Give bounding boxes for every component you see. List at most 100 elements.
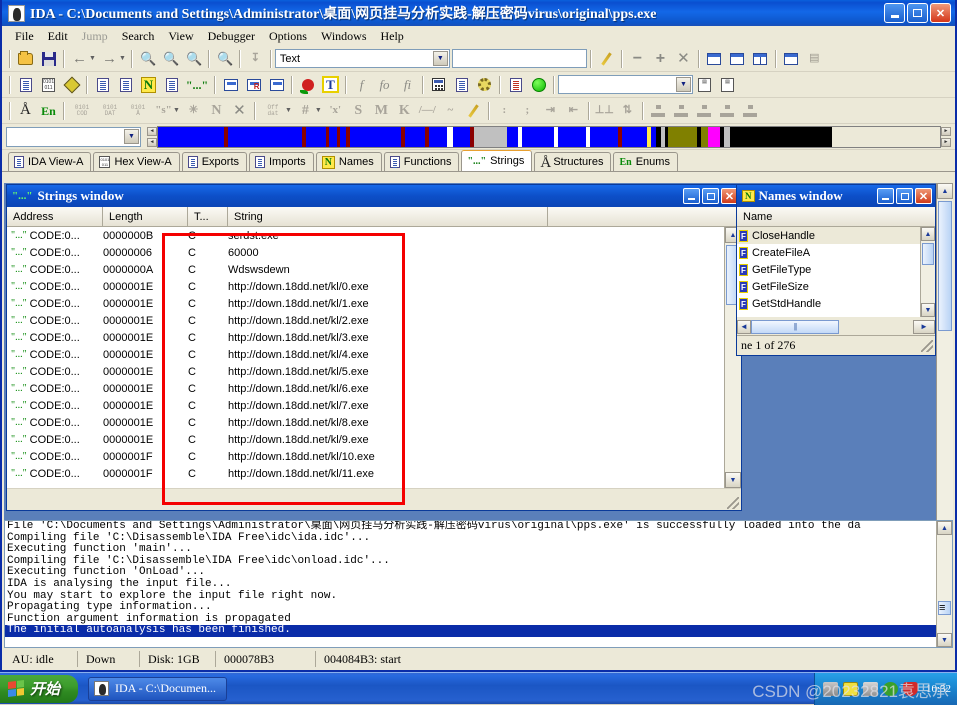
column-header-string[interactable]: String: [228, 207, 548, 226]
functions-icon[interactable]: [161, 74, 182, 95]
scroll-down-button[interactable]: ▼: [921, 303, 935, 317]
names-minimize-button[interactable]: [877, 188, 894, 204]
table-row[interactable]: "..." CODE:0... 0000001E Chttp://down.18dd.…: [7, 278, 724, 295]
search-hex-icon[interactable]: 🔍: [183, 48, 204, 69]
names-horizontal-scrollbar[interactable]: ◄ ||| ►: [737, 318, 935, 335]
table-row[interactable]: "..." CODE:0... 00000006 C 60000: [7, 244, 724, 261]
tab-hex-view-a[interactable]: 0101 011 Hex View-A: [93, 152, 180, 171]
remove-breakpoint-icon[interactable]: ▤: [717, 74, 738, 95]
list-view-icon[interactable]: ▤: [804, 48, 825, 69]
menu-file[interactable]: File: [8, 28, 41, 45]
menu-edit[interactable]: Edit: [41, 28, 75, 45]
list-item[interactable]: F GetStdHandle: [737, 295, 920, 312]
graph-view-icon[interactable]: [781, 48, 802, 69]
cascade-windows-icon[interactable]: [704, 48, 725, 69]
menu-debugger[interactable]: Debugger: [201, 28, 262, 45]
text-view-icon[interactable]: [15, 74, 36, 95]
en-icon[interactable]: En: [38, 100, 59, 121]
scroll-left-button[interactable]: ◄: [737, 319, 751, 334]
navigator-combo[interactable]: ▼: [6, 126, 141, 147]
tab-enums[interactable]: En Enums: [613, 152, 678, 171]
names-close-button[interactable]: ✕: [915, 188, 932, 204]
diamond-icon[interactable]: [61, 74, 82, 95]
column-header-name[interactable]: Name: [743, 211, 772, 223]
open-folder-icon[interactable]: [15, 48, 36, 69]
column-header-type[interactable]: T...: [188, 207, 228, 226]
scroll-down-button[interactable]: ▼: [937, 633, 952, 647]
highlight-pen-icon[interactable]: [596, 48, 617, 69]
column-header-length[interactable]: Length: [103, 207, 188, 226]
forward-dropdown-icon[interactable]: ▼: [119, 55, 126, 62]
table-row[interactable]: "..." CODE:0... 0000001E Chttp://down.18dd.…: [7, 329, 724, 346]
names-list[interactable]: F CloseHandle F CreateFileA F GetFileType F Get…: [737, 227, 920, 317]
back-dropdown-icon[interactable]: ▼: [89, 55, 96, 62]
scroll-thumb[interactable]: [922, 243, 934, 265]
list-item[interactable]: F GetFileType: [737, 261, 920, 278]
tile-vertical-icon[interactable]: [750, 48, 771, 69]
table-row[interactable]: "..." CODE:0... 0000001F Chttp://down.18dd.…: [7, 465, 724, 482]
enums-icon[interactable]: [266, 74, 287, 95]
media-icon[interactable]: [862, 681, 878, 696]
note-icon[interactable]: [842, 681, 858, 696]
zoom-out-icon[interactable]: −: [627, 48, 648, 69]
menu-search[interactable]: Search: [115, 28, 162, 45]
table-row[interactable]: "..." CODE:0... 0000001E Chttp://down.18dd.…: [7, 397, 724, 414]
menu-help[interactable]: Help: [373, 28, 410, 45]
names-vertical-scrollbar[interactable]: ▲ ▼: [920, 227, 935, 317]
table-row[interactable]: "..." CODE:0... 0000000A C Wdswsdewn: [7, 261, 724, 278]
run-icon[interactable]: [528, 74, 549, 95]
strings-maximize-button[interactable]: [702, 188, 719, 204]
poppy-icon[interactable]: [297, 74, 318, 95]
xrefs-icon[interactable]: [243, 74, 264, 95]
search-text-icon[interactable]: 🔍: [160, 48, 181, 69]
list-item[interactable]: F GetFileSize: [737, 278, 920, 295]
chevron-down-icon[interactable]: ▼: [676, 77, 691, 92]
exports-icon[interactable]: [92, 74, 113, 95]
resize-grip[interactable]: [921, 339, 933, 352]
scroll-right-button[interactable]: ►: [913, 319, 935, 334]
script-icon[interactable]: [505, 74, 526, 95]
column-header-address[interactable]: Address: [7, 207, 103, 226]
keyboard-icon[interactable]: [822, 681, 838, 696]
scroll-up-button[interactable]: ▲: [937, 183, 953, 199]
add-breakpoint-icon[interactable]: ▤: [694, 74, 715, 95]
table-row[interactable]: "..." CODE:0... 0000001E Chttp://down.18dd.…: [7, 363, 724, 380]
palette-icon[interactable]: [451, 74, 472, 95]
scroll-down-button[interactable]: ▼: [725, 472, 741, 488]
shield-icon[interactable]: [902, 681, 918, 696]
list-item[interactable]: F CreateFileA: [737, 244, 920, 261]
edit-icon[interactable]: [463, 100, 484, 121]
scroll-thumb[interactable]: |||: [751, 319, 839, 334]
scroll-thumb[interactable]: ≡: [938, 601, 951, 615]
back-arrow-icon[interactable]: ←: [69, 48, 90, 69]
navigator-band[interactable]: [157, 125, 941, 148]
search-type-combo[interactable]: Text ▼: [274, 49, 450, 68]
search-binoculars-icon[interactable]: 🔍: [137, 48, 158, 69]
strings-list[interactable]: "..." CODE:0... 0000000B Cserdst.exe "..." CO…: [7, 227, 724, 488]
scroll-thumb[interactable]: [938, 201, 952, 331]
names-icon[interactable]: N: [138, 74, 159, 95]
search-text-input[interactable]: [451, 49, 587, 68]
table-row[interactable]: "..." CODE:0... 0000001E Chttp://down.18dd.…: [7, 380, 724, 397]
table-row[interactable]: "..." CODE:0... 0000001E Chttp://down.18dd.…: [7, 295, 724, 312]
table-row[interactable]: "..." CODE:0... 0000000B Cserdst.exe: [7, 227, 724, 244]
menu-jump[interactable]: Jump: [75, 28, 115, 45]
chevron-down-icon[interactable]: ▼: [285, 107, 292, 114]
close-button[interactable]: ✕: [930, 3, 951, 23]
resize-grip[interactable]: [727, 497, 739, 509]
zoom-in-icon[interactable]: +: [650, 48, 671, 69]
tab-names[interactable]: N Names: [315, 152, 382, 171]
table-row[interactable]: "..." CODE:0... 0000001E Chttp://down.18dd.…: [7, 414, 724, 431]
menu-windows[interactable]: Windows: [314, 28, 374, 45]
table-row[interactable]: "..." CODE:0... 0000001E Chttp://down.18dd.…: [7, 431, 724, 448]
hex-view-icon[interactable]: 0101 011: [38, 74, 59, 95]
chevron-down-icon[interactable]: ▼: [124, 128, 139, 144]
search-next-icon[interactable]: 🔍: [214, 48, 235, 69]
tab-ida-view-a[interactable]: IDA View-A: [8, 152, 92, 171]
chevron-down-icon[interactable]: ▼: [315, 107, 322, 114]
output-vertical-scrollbar[interactable]: ▲ ≡ ▼: [936, 521, 952, 647]
menu-options[interactable]: Options: [262, 28, 314, 45]
imports-icon[interactable]: [115, 74, 136, 95]
forward-arrow-icon[interactable]: →: [99, 48, 120, 69]
tab-functions[interactable]: Functions: [383, 152, 460, 171]
